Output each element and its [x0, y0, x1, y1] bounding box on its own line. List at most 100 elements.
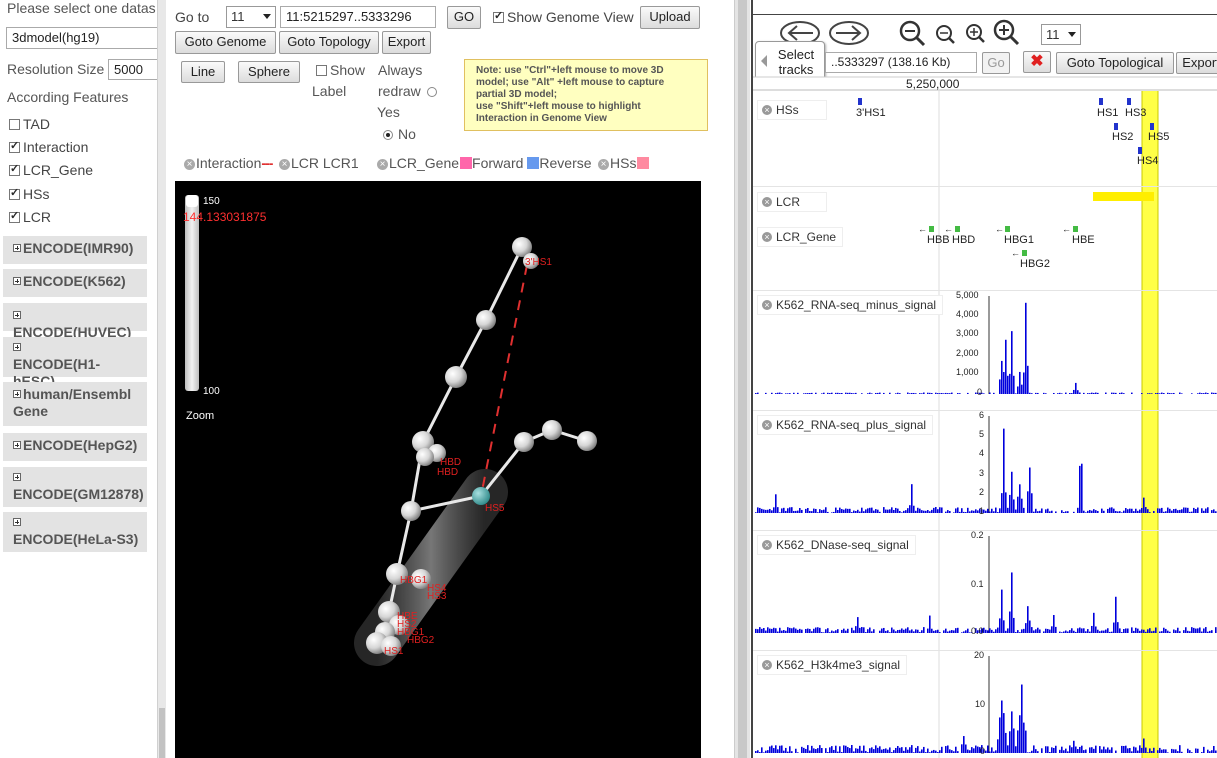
- signal-bar: [1125, 745, 1127, 753]
- encode-group-k562[interactable]: ENCODE(K562): [3, 269, 147, 297]
- close-icon[interactable]: ×: [279, 159, 290, 170]
- signal-bar: [1013, 375, 1015, 394]
- show-label-checkbox[interactable]: [316, 64, 327, 76]
- close-icon[interactable]: ×: [377, 159, 388, 170]
- tad-checkbox[interactable]: [9, 118, 20, 130]
- signal-bar: [1191, 627, 1193, 633]
- feature-lcr[interactable]: LCR: [9, 209, 51, 225]
- signal-bar: [917, 746, 919, 753]
- signal-bar: [877, 747, 879, 753]
- track-label-dnase[interactable]: × K562_DNase-seq_signal: [757, 535, 916, 555]
- zoom-slider-handle[interactable]: [186, 195, 198, 207]
- export-button[interactable]: Export: [382, 31, 431, 54]
- signal-bar: [989, 751, 991, 753]
- scrollbar-thumb[interactable]: [738, 0, 747, 758]
- close-icon[interactable]: ×: [762, 660, 772, 670]
- lcr-checkbox[interactable]: [9, 209, 20, 223]
- range-input[interactable]: 11:5215297..5333296: [280, 6, 436, 28]
- signal-bar: [1027, 752, 1029, 753]
- close-icon[interactable]: ×: [184, 159, 195, 170]
- signal-bar: [1013, 499, 1015, 513]
- legend-interaction[interactable]: × Interaction---: [184, 155, 273, 171]
- feature-hss[interactable]: HSs: [9, 186, 49, 202]
- go-button[interactable]: GO: [447, 6, 481, 29]
- signal-bar: [845, 392, 847, 394]
- features-heading: According Features: [7, 89, 129, 105]
- left-scrollbar[interactable]: [157, 0, 166, 758]
- 3d-model-canvas[interactable]: 150 144.133031875 100 Zoom 3'HS1 HBD HBD…: [175, 181, 701, 758]
- encode-group-huvec[interactable]: ENCODE(HUVEC): [3, 303, 147, 340]
- close-icon[interactable]: ×: [598, 159, 609, 170]
- close-icon[interactable]: ×: [762, 232, 772, 242]
- legend-lcr-gene[interactable]: × LCR_Gene Forward Reverse: [377, 155, 592, 171]
- upload-button[interactable]: Upload: [640, 6, 700, 29]
- encode-group-h1-hesc[interactable]: ENCODE(H1-hESC): [3, 337, 147, 389]
- encode-group-human-ensembl[interactable]: human/Ensembl Gene: [3, 382, 147, 426]
- track-label-h3k4me3[interactable]: × K562_H3k4me3_signal: [757, 655, 908, 675]
- close-icon[interactable]: ×: [762, 300, 772, 310]
- bead[interactable]: [476, 310, 496, 330]
- signal-bar: [917, 629, 919, 633]
- signal-bar: [1013, 728, 1015, 753]
- line-button[interactable]: Line: [181, 61, 225, 83]
- close-icon[interactable]: ×: [762, 197, 772, 207]
- chromosome-select[interactable]: 11: [226, 6, 276, 28]
- feature-interaction[interactable]: Interaction: [9, 139, 88, 155]
- close-icon[interactable]: ×: [762, 420, 772, 430]
- scrollbar-thumb[interactable]: [159, 708, 165, 758]
- sphere-button[interactable]: Sphere: [238, 61, 300, 83]
- legend-hss[interactable]: × HSs: [598, 155, 650, 171]
- bead[interactable]: [514, 432, 534, 452]
- dataset-input[interactable]: 3dmodel(hg19): [6, 27, 158, 49]
- signal-bar: [957, 393, 959, 394]
- signal-bar: [1009, 494, 1011, 513]
- bead[interactable]: [542, 420, 562, 440]
- hss-checkbox[interactable]: [9, 186, 20, 200]
- goto-topology-button[interactable]: Goto Topology: [279, 31, 379, 54]
- no-radio[interactable]: [383, 130, 393, 141]
- signal-bar: [817, 627, 819, 633]
- track-label-lcr-gene[interactable]: × LCR_Gene: [757, 227, 844, 247]
- signal-bar: [1089, 393, 1091, 394]
- goto-genome-button[interactable]: Goto Genome: [175, 31, 276, 54]
- feature-tad[interactable]: TAD: [9, 116, 50, 132]
- signal-bar: [791, 751, 793, 753]
- zoom-slider-track[interactable]: [185, 195, 199, 391]
- show-genome-checkbox[interactable]: [493, 9, 504, 23]
- encode-group-gm12878[interactable]: ENCODE(GM12878): [3, 467, 147, 507]
- encode-group-imr90[interactable]: ENCODE(IMR90): [3, 236, 147, 264]
- interaction-checkbox[interactable]: [9, 139, 20, 153]
- yes-radio[interactable]: [426, 87, 437, 98]
- resolution-input[interactable]: 5000: [108, 59, 158, 80]
- bead[interactable]: [577, 431, 597, 451]
- track-label-hss[interactable]: × HSs: [757, 100, 827, 120]
- signal-bar: [1107, 628, 1109, 633]
- bead[interactable]: [401, 501, 421, 521]
- show-label-toggle[interactable]: Show: [316, 62, 365, 78]
- signal-bar: [1081, 745, 1083, 753]
- redraw-yes-option[interactable]: redraw: [378, 83, 437, 99]
- encode-group-hela-s3[interactable]: ENCODE(HeLa-S3): [3, 512, 147, 552]
- close-icon[interactable]: ×: [762, 540, 772, 550]
- legend-lcr[interactable]: × LCR LCR1: [279, 155, 359, 171]
- signal-bar: [889, 509, 891, 513]
- close-icon[interactable]: ×: [762, 105, 772, 115]
- dataset-prompt: Please select one datas: [7, 0, 156, 16]
- track-label-rna-minus[interactable]: × K562_RNA-seq_minus_signal: [757, 295, 944, 315]
- signal-bar: [1061, 510, 1063, 513]
- redraw-no-option[interactable]: No: [383, 126, 416, 142]
- encode-group-hepg2[interactable]: ENCODE(HepG2): [3, 433, 147, 461]
- signal-bar: [887, 630, 889, 633]
- 3d-model-viewer[interactable]: 150 144.133031875 100 Zoom 3'HS1 HBD HBD…: [175, 181, 701, 758]
- feature-lcr-gene[interactable]: LCR_Gene: [9, 162, 93, 178]
- track-label-rna-plus[interactable]: × K562_RNA-seq_plus_signal: [757, 415, 934, 435]
- track-label-lcr[interactable]: × LCR: [757, 192, 827, 212]
- lcr-gene-checkbox[interactable]: [9, 162, 20, 176]
- signal-bar: [911, 392, 913, 394]
- middle-scrollbar[interactable]: [734, 0, 750, 758]
- bead[interactable]: [416, 448, 434, 466]
- bead[interactable]: [445, 366, 467, 388]
- signal-bar: [1049, 511, 1051, 513]
- signal-bar: [895, 393, 897, 394]
- show-genome-toggle[interactable]: Show Genome View: [493, 9, 634, 25]
